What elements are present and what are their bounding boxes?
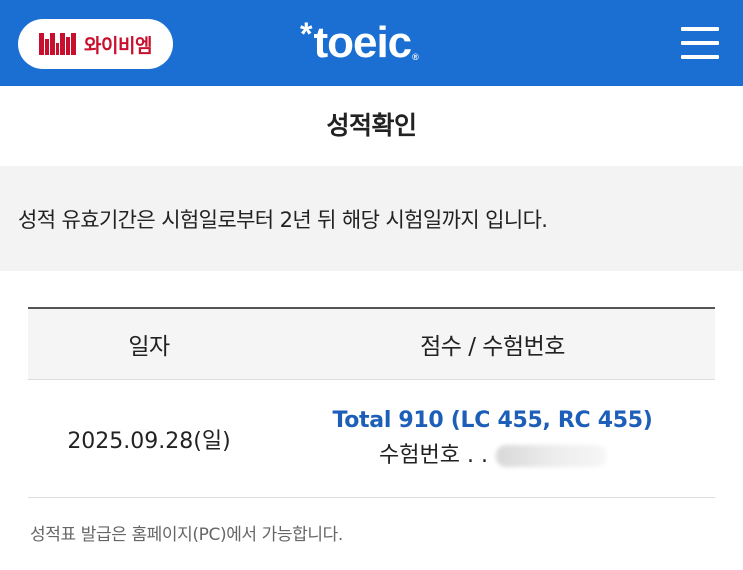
logo-text: 와이비엠 (84, 34, 152, 57)
column-header-score: 점수 / 수험번호 (270, 308, 715, 380)
toeic-brand-logo[interactable]: * toeic ® (300, 16, 419, 68)
brand-name: toeic (313, 18, 412, 67)
ybm-logo-button[interactable]: 와이비엠 (18, 19, 173, 69)
footer-note: 성적표 발급은 홈페이지(PC)에서 가능합니다. (30, 525, 343, 545)
validity-notice-text: 성적 유효기간은 시험일로부터 2년 뒤 해당 시험일까지 입니다. (18, 207, 548, 232)
hamburger-menu-icon[interactable] (681, 27, 719, 59)
table-header-row: 일자 점수 / 수험번호 (28, 308, 715, 380)
top-header: 와이비엠 * toeic ® (0, 0, 743, 86)
cell-date: 2025.09.28(일) (28, 379, 270, 498)
page-title: 성적확인 (326, 111, 417, 140)
exam-number-label: 수험번호 . . (379, 443, 488, 468)
cell-score: Total 910 (LC 455, RC 455) 수험번호 . . (270, 379, 715, 498)
redacted-exam-number (495, 445, 606, 467)
table-row: 2025.09.28(일) Total 910 (LC 455, RC 455)… (28, 379, 715, 498)
score-table: 일자 점수 / 수험번호 2025.09.28(일) Total 910 (LC… (28, 307, 715, 498)
score-table-container: 일자 점수 / 수험번호 2025.09.28(일) Total 910 (LC… (28, 307, 715, 498)
brand-star-icon: * (300, 16, 312, 52)
column-header-date: 일자 (28, 308, 270, 380)
ybm-logo-icon (39, 33, 77, 55)
registered-mark: ® (412, 52, 419, 62)
validity-notice: 성적 유효기간은 시험일로부터 2년 뒤 해당 시험일까지 입니다. (0, 166, 743, 271)
score-link[interactable]: Total 910 (LC 455, RC 455) (271, 408, 714, 433)
exam-number: 수험번호 . . (379, 437, 606, 469)
